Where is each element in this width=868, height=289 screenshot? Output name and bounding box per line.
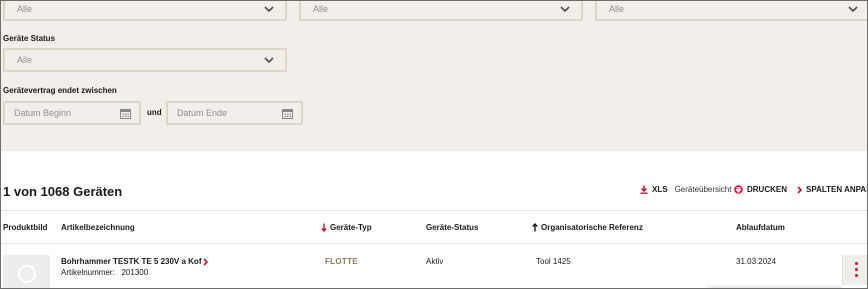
- print-label: DRUCKEN: [747, 185, 787, 194]
- filter-select-3[interactable]: Alle: [595, 1, 867, 21]
- device-status-label: Geräte Status: [3, 34, 56, 43]
- chevron-down-icon: [848, 6, 858, 13]
- row-menu-button[interactable]: [842, 255, 867, 285]
- column-header-expiry[interactable]: Ablaufdatum: [736, 223, 785, 232]
- filter-select-3-value: Alle: [609, 4, 625, 14]
- column-header-article[interactable]: Artikelbezeichnung: [61, 223, 135, 232]
- date-start-placeholder: Datum Beginn: [14, 108, 72, 118]
- column-header-device-type[interactable]: Geräte-Typ: [321, 223, 372, 232]
- xls-label: XLS: [652, 185, 668, 194]
- device-status-value: Alle: [17, 55, 33, 65]
- kebab-dot-icon: [855, 268, 858, 271]
- column-header-org-reference[interactable]: Organisatorische Referenz: [532, 223, 643, 232]
- print-button[interactable]: DRUCKEN: [734, 185, 787, 194]
- device-type-value: FLOTTE: [325, 257, 358, 266]
- export-xls-button[interactable]: XLS Geräteübersicht: [640, 185, 731, 194]
- device-status-cell: Aktiv: [426, 257, 444, 266]
- calendar-icon[interactable]: [282, 108, 293, 119]
- filter-select-2-value: Alle: [313, 4, 329, 14]
- xls-sublabel: Geräteübersicht: [674, 185, 732, 194]
- filter-select-2[interactable]: Alle: [299, 1, 583, 21]
- chevron-right-icon: [203, 257, 209, 266]
- table-top-divider: [1, 210, 867, 211]
- date-end-placeholder: Datum Ende: [177, 108, 228, 118]
- date-end-field[interactable]: Datum Ende: [166, 101, 303, 125]
- chevron-down-icon: [264, 57, 274, 64]
- date-start-field[interactable]: Datum Beginn: [3, 101, 141, 125]
- contract-end-label: Gerätevertrag endet zwischen: [3, 86, 117, 95]
- row-shadow: [707, 285, 842, 288]
- column-header-product-image: Produktbild: [3, 223, 48, 232]
- column-header-device-status[interactable]: Geräte-Status: [426, 223, 478, 232]
- product-image[interactable]: [3, 255, 50, 288]
- chevron-down-icon: [264, 6, 274, 13]
- device-overview-page: Alle Alle Alle Geräte Status Alle Geräte…: [0, 0, 868, 289]
- article-number: Artikelnummer: 201300: [61, 268, 148, 277]
- results-count: 1 von 1068 Geräten: [3, 184, 123, 199]
- kebab-dot-icon: [855, 274, 858, 277]
- table-header-divider: [1, 243, 867, 244]
- filter-select-1[interactable]: Alle: [3, 1, 287, 21]
- chevron-right-icon: [797, 185, 802, 194]
- article-name: Bohrhammer TESTK TE 5 230V a Kof: [61, 257, 202, 266]
- download-icon: [640, 185, 648, 194]
- date-range-connector: und: [147, 108, 162, 117]
- kebab-dot-icon: [855, 262, 858, 265]
- org-reference-cell: Tool 1425: [536, 257, 571, 266]
- filter-panel: Alle Alle Alle Geräte Status Alle Geräte…: [1, 1, 867, 151]
- device-status-select[interactable]: Alle: [3, 48, 287, 72]
- adjust-columns-label: SPALTEN ANPASS: [806, 185, 867, 194]
- printer-icon: [734, 185, 743, 194]
- chevron-down-icon: [560, 6, 570, 13]
- article-name-link[interactable]: Bohrhammer TESTK TE 5 230V a Kof: [61, 257, 209, 266]
- filter-select-1-value: Alle: [17, 4, 33, 14]
- camera-lens-shape: [18, 265, 36, 283]
- article-number-value: 201300: [121, 268, 149, 277]
- adjust-columns-button[interactable]: SPALTEN ANPASS: [797, 185, 867, 194]
- calendar-icon[interactable]: [120, 108, 131, 119]
- sort-descending-icon: [321, 223, 327, 232]
- article-number-label: Artikelnummer:: [61, 268, 115, 277]
- expiry-date-cell: 31.03.2024: [736, 257, 777, 266]
- sort-ascending-icon: [532, 223, 538, 232]
